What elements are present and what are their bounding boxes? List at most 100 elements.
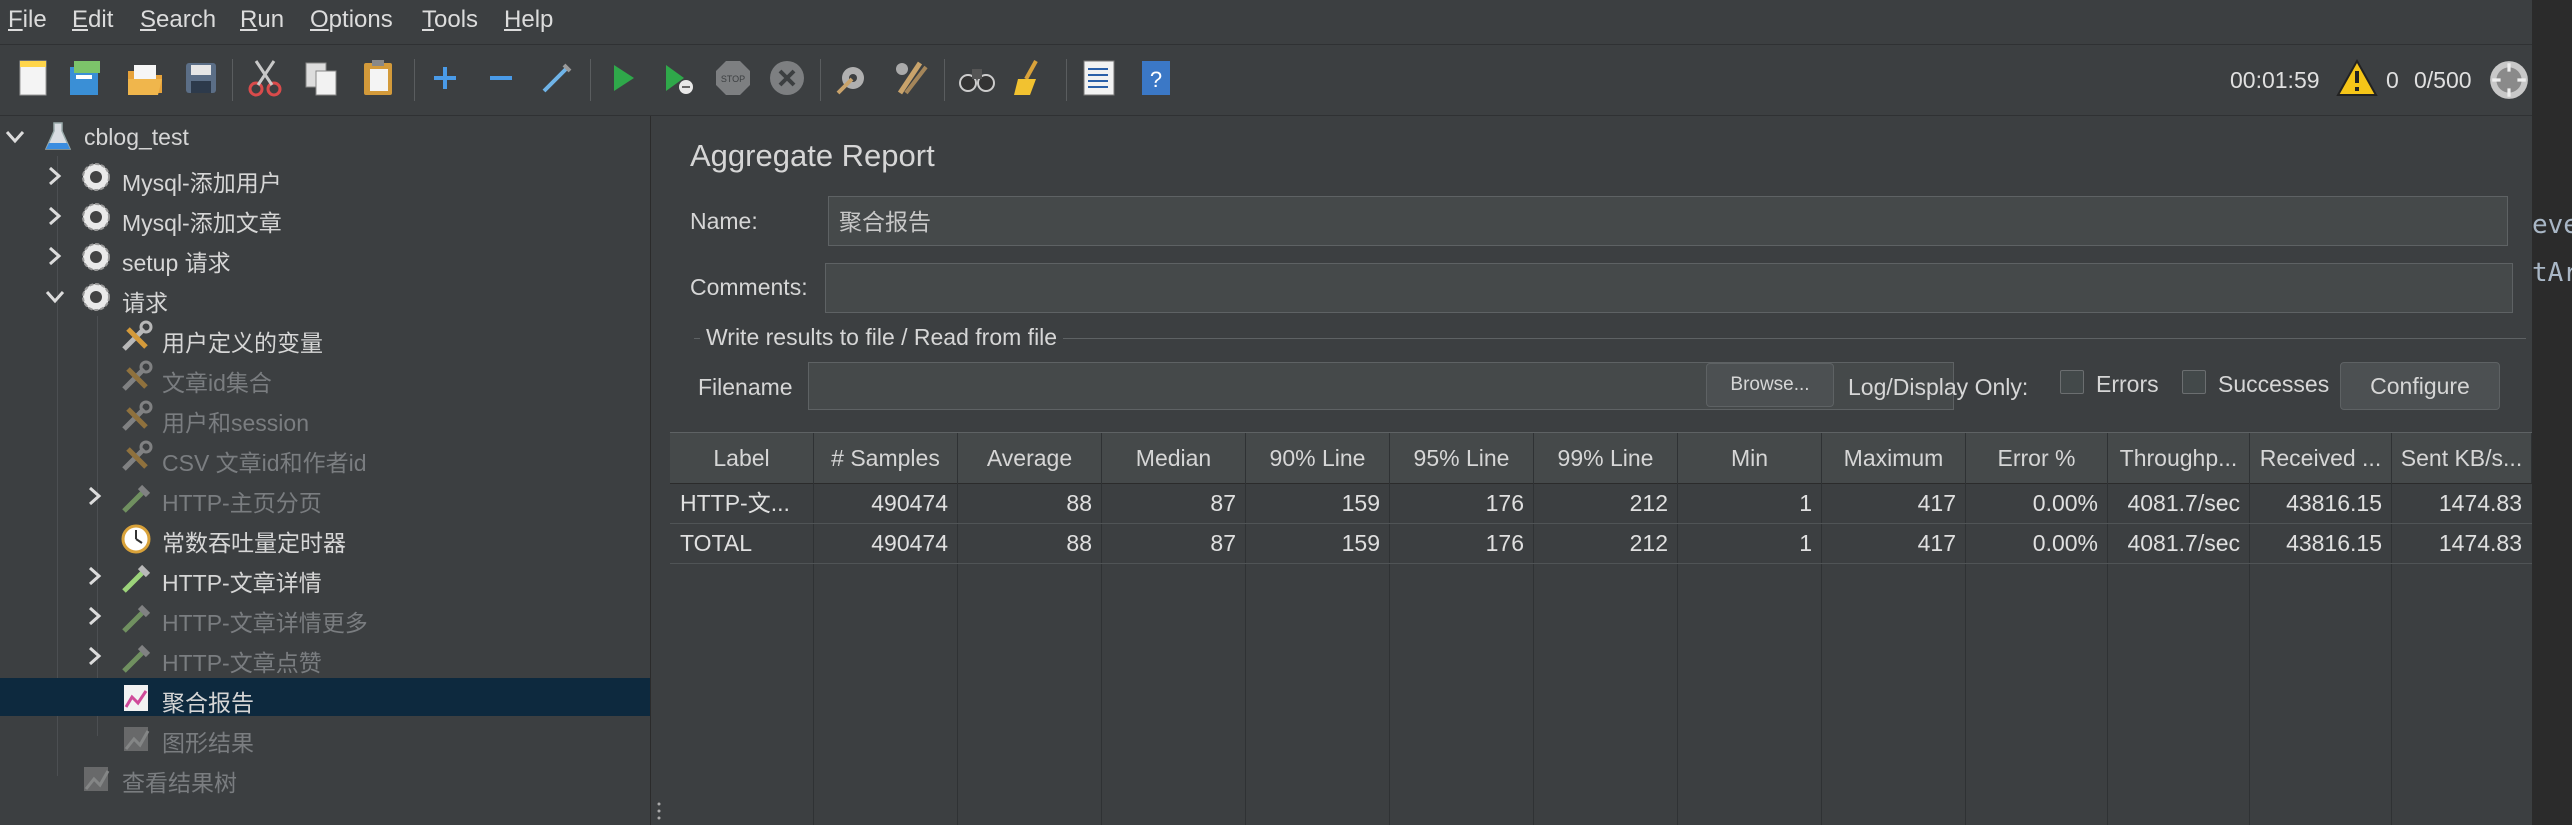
table-cell: 88 xyxy=(1066,490,1092,516)
expand-all-icon[interactable] xyxy=(424,57,466,99)
browse-button[interactable]: Browse... xyxy=(1706,363,1834,407)
tree-node[interactable]: 文章id集合 xyxy=(0,358,650,396)
menu-file[interactable]: File xyxy=(8,6,47,34)
expand-arrow-icon[interactable] xyxy=(84,482,106,510)
tree-node[interactable]: HTTP-文章点赞 xyxy=(0,638,650,676)
table-cell: 159 xyxy=(1341,530,1380,556)
tree-node[interactable]: 常数吞吐量定时器 xyxy=(0,518,650,556)
remote-start-icon[interactable] xyxy=(832,57,874,99)
column-header[interactable]: Received ... xyxy=(2250,433,2392,483)
splitter[interactable] xyxy=(651,116,668,825)
comments-label: Comments: xyxy=(690,274,808,300)
column-header[interactable]: 90% Line xyxy=(1246,433,1390,483)
file-fieldset-title: Write results to file / Read from file xyxy=(700,324,1064,351)
toggle-icon[interactable] xyxy=(536,57,578,99)
menu-help[interactable]: Help xyxy=(504,6,553,34)
table-row[interactable]: TOTAL 490474 88 87 159 176 212 1 417 0.00% 4081.7/… xyxy=(670,523,2532,564)
collapse-arrow-icon[interactable] xyxy=(44,282,66,310)
tree-node[interactable]: HTTP-文章详情更多 xyxy=(0,598,650,636)
flask-icon xyxy=(40,119,76,155)
remote-status-icon[interactable] xyxy=(2488,59,2528,99)
column-header[interactable]: # Samples xyxy=(814,433,958,483)
tree-node[interactable]: setup 请求 xyxy=(0,238,650,276)
table-row[interactable]: HTTP-文... 490474 88 87 159 176 212 1 417 0.00% 408… xyxy=(670,483,2532,524)
elapsed-time: 00:01:59 xyxy=(2230,67,2320,93)
column-header[interactable]: Average xyxy=(958,433,1102,483)
results-table: Label # Samples Average Median 90% Line 95% L… xyxy=(670,432,2532,825)
table-cell: 417 xyxy=(1917,530,1956,556)
tree-node[interactable]: 图形结果 xyxy=(0,718,650,756)
warning-icon[interactable] xyxy=(2336,57,2378,99)
name-label: Name: xyxy=(690,208,758,234)
tree-node-label: HTTP-主页分页 xyxy=(162,490,322,516)
collapse-all-icon[interactable] xyxy=(480,57,522,99)
start-icon[interactable] xyxy=(602,57,644,99)
configure-button[interactable]: Configure xyxy=(2340,362,2500,410)
column-header[interactable]: Min xyxy=(1678,433,1822,483)
new-icon[interactable] xyxy=(12,57,54,99)
expand-arrow-icon[interactable] xyxy=(84,562,106,590)
tree-node[interactable]: Mysql-添加用户 xyxy=(0,158,650,196)
tree-node[interactable]: 请求 xyxy=(0,278,650,316)
menu-edit[interactable]: Edit xyxy=(72,6,113,34)
column-header[interactable]: Median xyxy=(1102,433,1246,483)
background-code-line: eve xyxy=(2532,210,2572,240)
save-icon[interactable] xyxy=(180,57,222,99)
column-header[interactable]: Sent KB/s... xyxy=(2392,433,2532,483)
test-plan-tree: cblog_test Mysql-添加用户 Mysql-添加文章 setup 请求 请求… xyxy=(0,116,651,825)
toolbar: STOP ? 00:01:59 0 0/500 xyxy=(0,45,2532,116)
report-icon xyxy=(118,679,154,715)
copy-icon[interactable] xyxy=(300,57,342,99)
paste-icon[interactable] xyxy=(358,57,400,99)
tree-node-label: setup 请求 xyxy=(122,250,231,276)
menu-run[interactable]: Run xyxy=(240,6,284,34)
search-icon[interactable] xyxy=(956,57,998,99)
tree-node[interactable]: CSV 文章id和作者id xyxy=(0,438,650,476)
tree-node[interactable]: 用户和session xyxy=(0,398,650,436)
tree-node[interactable]: 用户定义的变量 xyxy=(0,318,650,356)
expand-arrow-icon[interactable] xyxy=(84,642,106,670)
comments-field[interactable] xyxy=(825,263,2513,313)
expand-arrow-icon[interactable] xyxy=(44,162,66,190)
tree-node[interactable]: cblog_test xyxy=(0,118,650,156)
tree-node[interactable]: 查看结果树 xyxy=(0,758,650,796)
errors-checkbox[interactable] xyxy=(2060,370,2084,394)
svg-text:STOP: STOP xyxy=(721,74,745,84)
remote-stop-icon[interactable] xyxy=(890,57,932,99)
tree-node[interactable]: 聚合报告 xyxy=(0,678,650,716)
menu-tools[interactable]: Tools xyxy=(422,6,478,34)
column-header[interactable]: Error % xyxy=(1966,433,2108,483)
table-cell: 0.00% xyxy=(2032,530,2098,556)
menu-search[interactable]: Search xyxy=(140,6,216,34)
tree-node[interactable]: HTTP-文章详情 xyxy=(0,558,650,596)
start-no-pauses-icon[interactable] xyxy=(656,57,698,99)
menu-options[interactable]: Options xyxy=(310,6,393,34)
table-cell: 1 xyxy=(1799,530,1812,556)
cut-icon[interactable] xyxy=(244,57,286,99)
column-header[interactable]: 95% Line xyxy=(1390,433,1534,483)
column-header[interactable]: Label xyxy=(670,433,814,483)
table-cell: 43816.15 xyxy=(2286,530,2382,556)
column-header[interactable]: Throughp... xyxy=(2108,433,2250,483)
open-icon[interactable] xyxy=(124,57,166,99)
collapse-arrow-icon[interactable] xyxy=(4,122,26,150)
column-header[interactable]: Maximum xyxy=(1822,433,1966,483)
expand-arrow-icon[interactable] xyxy=(84,602,106,630)
name-field[interactable]: 聚合报告 xyxy=(828,196,2508,246)
expand-arrow-icon[interactable] xyxy=(44,242,66,270)
function-helper-icon[interactable] xyxy=(1078,57,1120,99)
tree-node[interactable]: Mysql-添加文章 xyxy=(0,198,650,236)
table-cell: 43816.15 xyxy=(2286,490,2382,516)
shutdown-icon[interactable] xyxy=(766,57,808,99)
clear-icon[interactable] xyxy=(1010,57,1052,99)
tree-node[interactable]: HTTP-主页分页 xyxy=(0,478,650,516)
stop-icon[interactable]: STOP xyxy=(712,57,754,99)
log-display-label: Log/Display Only: xyxy=(1848,374,2029,400)
expand-arrow-icon[interactable] xyxy=(44,202,66,230)
wrench-icon xyxy=(118,319,154,355)
column-header[interactable]: 99% Line xyxy=(1534,433,1678,483)
help-icon[interactable]: ? xyxy=(1134,57,1176,99)
templates-icon[interactable] xyxy=(64,57,106,99)
successes-checkbox[interactable] xyxy=(2182,370,2206,394)
tree-node-label: HTTP-文章详情更多 xyxy=(162,610,368,636)
